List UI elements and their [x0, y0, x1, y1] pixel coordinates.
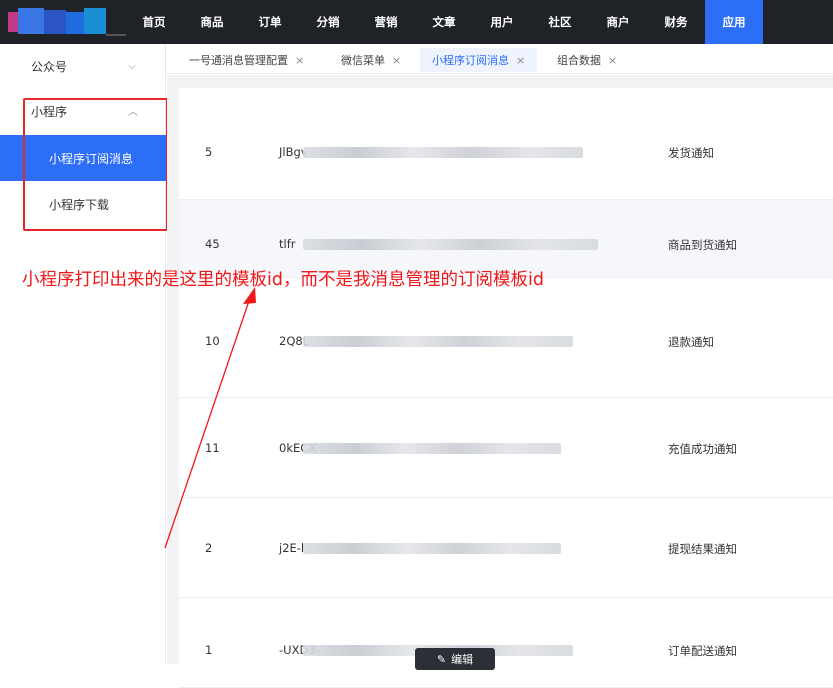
- nav-item[interactable]: 商户: [589, 0, 647, 44]
- redacted-blur: [303, 543, 561, 554]
- main-nav: 首页 商品 订单 分销 营销 文章 用户 社区 商户 财务 应用: [125, 0, 763, 44]
- nav-item[interactable]: 文章: [415, 0, 473, 44]
- template-name: 充值成功通知: [668, 442, 737, 456]
- close-icon[interactable]: ×: [516, 54, 525, 67]
- table-row: 11 0kECX 充值成功通知: [179, 398, 833, 498]
- template-name: 提现结果通知: [668, 542, 737, 556]
- edit-button[interactable]: ✎ 编辑: [415, 648, 495, 670]
- template-id: j2E-l: [279, 541, 305, 555]
- template-table: 5 JlBgv 发货通知 45 tlfr 商品到货通知 10 2Q8L 退款通知 11 0kECX 充…: [179, 88, 833, 688]
- nav-item[interactable]: 首页: [125, 0, 183, 44]
- redacted-blur: [303, 147, 583, 158]
- sidebar-group-official-account[interactable]: 公众号 ⌵: [0, 44, 166, 88]
- nav-item[interactable]: 用户: [473, 0, 531, 44]
- edit-button-label: 编辑: [451, 653, 474, 666]
- top-navigation-bar: 首页 商品 订单 分销 营销 文章 用户 社区 商户 财务 应用: [0, 0, 833, 44]
- nav-item[interactable]: 商品: [183, 0, 241, 44]
- nav-item[interactable]: 订单: [241, 0, 299, 44]
- logo: [0, 4, 126, 44]
- template-name: 退款通知: [668, 335, 714, 349]
- row-id: 1: [205, 643, 213, 657]
- tab-mini-program-subscribe[interactable]: 小程序订阅消息 ×: [420, 48, 538, 72]
- close-icon[interactable]: ×: [295, 54, 304, 67]
- close-icon[interactable]: ×: [608, 54, 617, 67]
- template-name: 发货通知: [668, 146, 714, 160]
- template-name: 订单配送通知: [668, 644, 737, 658]
- nav-item[interactable]: 分销: [299, 0, 357, 44]
- close-icon[interactable]: ×: [392, 54, 401, 67]
- tab-label: 小程序订阅消息: [432, 54, 509, 67]
- table-row: 1 -UXD3- 订单配送通知: [179, 598, 833, 688]
- template-id: tlfr: [279, 237, 296, 251]
- template-name: 商品到货通知: [668, 238, 737, 252]
- redacted-blur: [303, 239, 598, 250]
- row-id: 5: [205, 145, 213, 159]
- nav-item[interactable]: 应用: [705, 0, 763, 44]
- nav-item[interactable]: 财务: [647, 0, 705, 44]
- row-id: 11: [205, 441, 220, 455]
- sidebar-group-label: 公众号: [31, 59, 68, 74]
- nav-item[interactable]: 社区: [531, 0, 589, 44]
- nav-item[interactable]: 营销: [357, 0, 415, 44]
- table-row: 2 j2E-l 提现结果通知: [179, 498, 833, 598]
- redacted-blur: [303, 443, 561, 454]
- tab-label: 一号通消息管理配置: [189, 54, 288, 67]
- tab-label: 微信菜单: [341, 54, 385, 67]
- tab-wechat-menu[interactable]: 微信菜单 ×: [329, 48, 413, 72]
- tab-label: 组合数据: [557, 54, 601, 67]
- tab-combined-data[interactable]: 组合数据 ×: [545, 48, 629, 72]
- row-id: 45: [205, 237, 220, 251]
- table-row: 5 JlBgv 发货通知: [179, 88, 833, 200]
- row-id: 2: [205, 541, 213, 555]
- table-row: 10 2Q8L 退款通知: [179, 278, 833, 398]
- annotation-text: 小程序打印出来的是这里的模板id，而不是我消息管理的订阅模板id: [22, 270, 544, 290]
- annotation-highlight-box: [23, 98, 168, 231]
- chevron-down-icon: ⌵: [128, 60, 136, 72]
- redacted-blur: [303, 336, 573, 347]
- tab-one-number-config[interactable]: 一号通消息管理配置 ×: [177, 48, 316, 72]
- row-id: 10: [205, 334, 220, 348]
- tab-bar: 一号通消息管理配置 × 微信菜单 × 小程序订阅消息 × 组合数据 ×: [167, 44, 833, 74]
